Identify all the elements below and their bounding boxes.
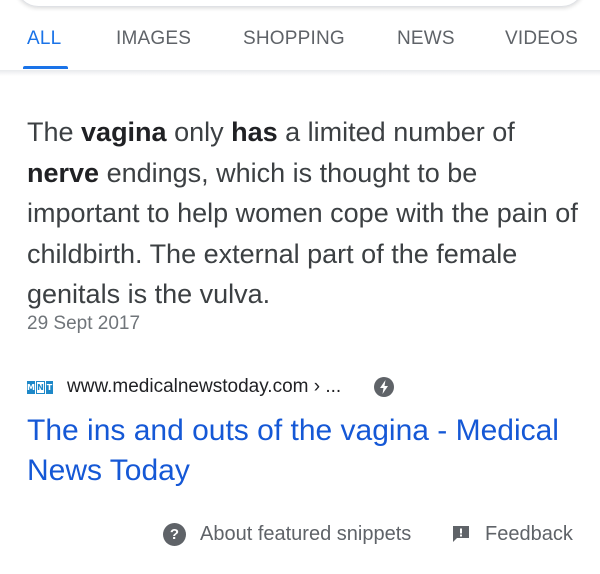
- snippet-segment: endings, which is thought to be importan…: [27, 157, 578, 310]
- snippet-segment: a limited number of: [277, 117, 515, 147]
- about-featured-snippets-label: About featured snippets: [200, 522, 412, 545]
- feedback-label: Feedback: [485, 522, 573, 545]
- active-tab-indicator: [23, 66, 68, 69]
- result-source[interactable]: M N T www.medicalnewstoday.com › ...: [27, 373, 395, 401]
- tab-images[interactable]: IMAGES: [116, 28, 191, 50]
- help-icon: ?: [163, 522, 186, 546]
- snippet-segment: only: [166, 117, 232, 147]
- tab-shopping[interactable]: SHOPPING: [243, 28, 345, 50]
- snippet-keyword: has: [231, 117, 278, 147]
- source-url[interactable]: www.medicalnewstoday.com › ...: [67, 376, 341, 398]
- amp-bolt-icon: [373, 376, 395, 398]
- tab-all[interactable]: ALL: [27, 28, 61, 50]
- favicon-letter: M: [27, 380, 35, 394]
- about-featured-snippets-button[interactable]: ? About featured snippets: [163, 520, 411, 548]
- search-results-page: ALL IMAGES SHOPPING NEWS VIDEOS The vagi…: [0, 0, 600, 574]
- result-title-link[interactable]: The ins and outs of the vagina - Medical…: [27, 411, 567, 491]
- search-box[interactable]: [15, 0, 585, 7]
- tab-videos[interactable]: VIDEOS: [505, 28, 578, 50]
- snippet-segment: The: [27, 117, 82, 147]
- favicon-letter: N: [35, 380, 45, 394]
- tab-news[interactable]: NEWS: [397, 28, 455, 50]
- favicon-letter: T: [45, 380, 53, 394]
- search-tabs: ALL IMAGES SHOPPING NEWS VIDEOS: [0, 16, 600, 70]
- snippet-keyword: nerve: [27, 157, 100, 188]
- site-favicon-icon: M N T: [27, 380, 53, 394]
- featured-snippet-text: The vagina only has a limited number of …: [27, 112, 587, 315]
- snippet-keyword: vagina: [81, 117, 167, 147]
- snippet-date: 29 Sept 2017: [27, 313, 141, 334]
- feedback-icon: [451, 524, 471, 544]
- tabs-divider: [0, 70, 600, 76]
- feedback-button[interactable]: Feedback: [451, 520, 573, 548]
